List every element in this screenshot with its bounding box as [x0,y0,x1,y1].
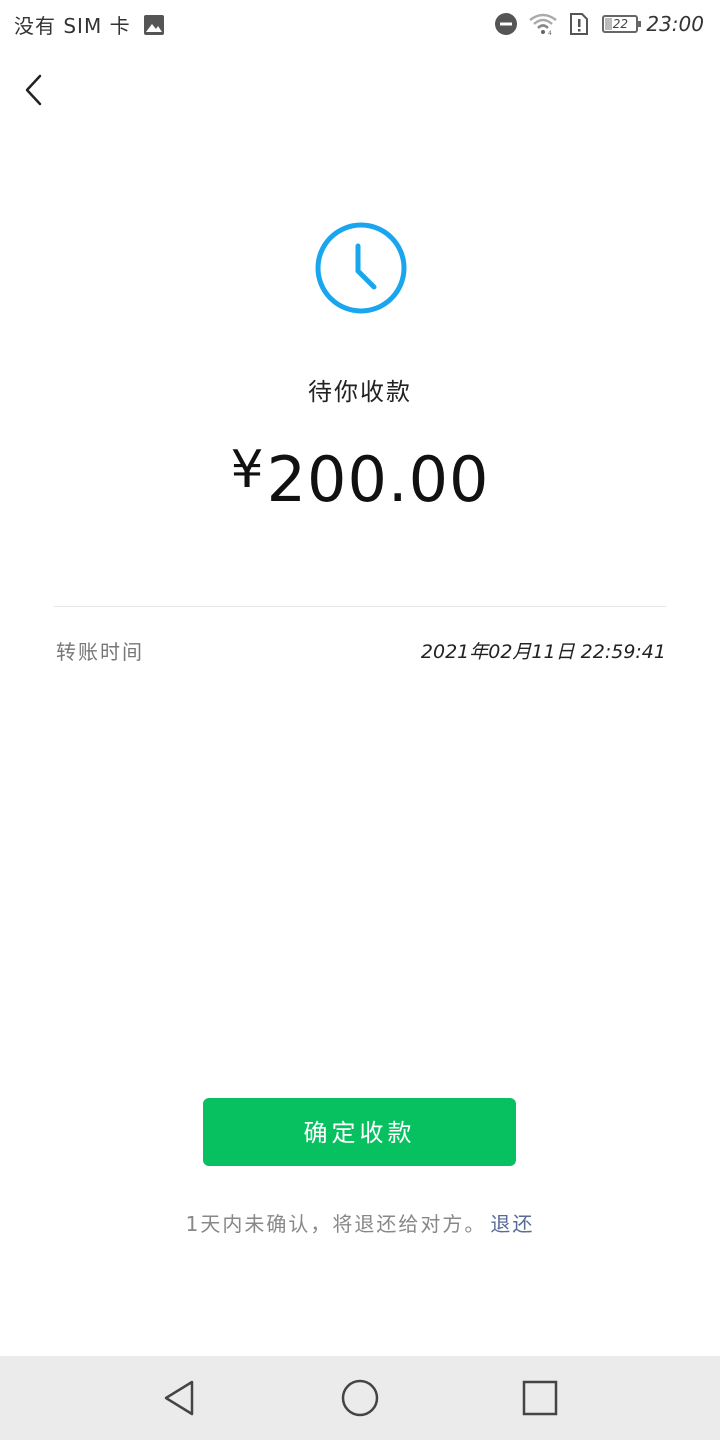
carrier-text: 没有 SIM 卡 [14,14,131,38]
system-navigation-bar [0,1356,720,1440]
wifi-icon: 4 [529,13,558,36]
battery-icon: 22 [602,15,642,33]
transfer-amount: ¥200.00 [0,440,720,516]
do-not-disturb-icon [495,13,518,35]
status-left: 没有 SIM 卡 [14,10,165,39]
chevron-left-icon [25,74,42,106]
battery-level-text: 22 [612,17,628,31]
amount-value: 200.00 [266,443,490,516]
transfer-time-label: 转账时间 [56,640,144,664]
circle-home-icon [341,1379,379,1417]
transfer-status-title: 待你收款 [308,378,412,406]
nav-back-button[interactable] [158,1376,202,1420]
return-link[interactable]: 退还 [490,1212,534,1236]
divider [54,606,666,607]
refund-notice-text: 1天内未确认，将退还给对方。 [185,1212,487,1236]
status-right: 4 22 23:00 [484,10,704,38]
status-bar: 没有 SIM 卡 4 22 23:00 [0,0,720,50]
battery-level-fill [605,18,613,30]
refund-notice: 1天内未确认，将退还给对方。 退还 [0,1208,720,1237]
back-button[interactable] [18,68,58,112]
transfer-time-value: 2021年02月11日 22:59:41 [420,641,666,663]
nav-home-button[interactable] [338,1376,382,1420]
triangle-back-icon [164,1380,194,1416]
square-recent-icon [522,1380,558,1416]
nav-recent-button[interactable] [518,1376,562,1420]
confirm-receive-button[interactable]: 确定收款 [203,1098,516,1166]
svg-text:4: 4 [548,30,552,36]
sim-alert-icon [570,13,589,35]
status-time: 23:00 [646,12,704,36]
currency-symbol: ¥ [230,440,265,500]
clock-icon [315,222,407,314]
image-icon [143,14,164,35]
